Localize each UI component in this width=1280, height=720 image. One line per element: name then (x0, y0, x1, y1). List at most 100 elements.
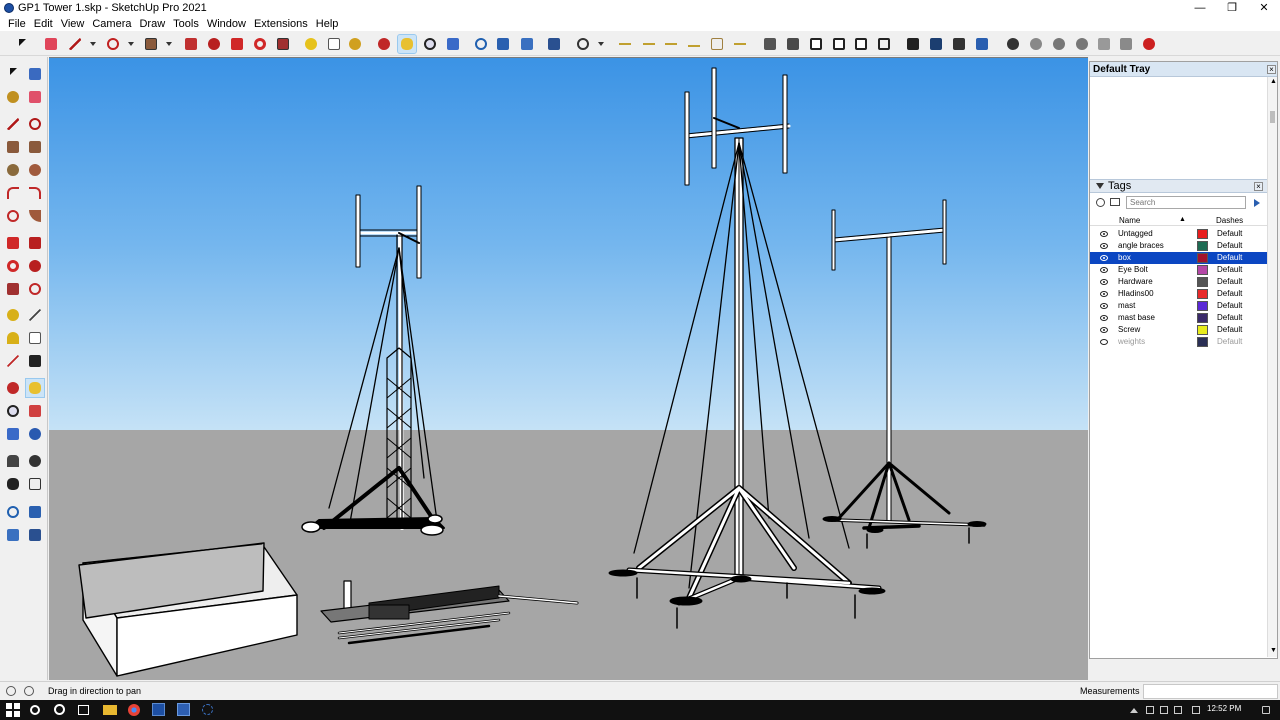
sketchup-layout-taskbar-icon[interactable] (177, 703, 190, 716)
tag-row[interactable]: Untagged Default (1090, 228, 1277, 240)
tag-dashes[interactable]: Default (1217, 325, 1242, 334)
extension-warehouse-icon[interactable] (1004, 35, 1022, 53)
eraser-icon[interactable] (26, 88, 44, 106)
display-section-cuts-icon[interactable] (518, 35, 536, 53)
outliner-icon[interactable] (950, 35, 968, 53)
chrome-icon[interactable] (128, 704, 140, 716)
scale-tool-icon[interactable] (274, 35, 292, 53)
guide-tool-icon[interactable] (708, 35, 726, 53)
scroll-down-icon[interactable]: ▼ (1270, 647, 1277, 654)
select-tool-icon[interactable] (14, 35, 32, 53)
user-account-icon[interactable] (574, 35, 592, 53)
eye-visible-icon[interactable] (1100, 267, 1108, 273)
tag-row[interactable]: angle braces Default (1090, 240, 1277, 252)
tags-search-input[interactable] (1126, 196, 1246, 209)
eye-visible-icon[interactable] (1100, 327, 1108, 333)
menu-tools[interactable]: Tools (169, 18, 203, 30)
text-tool-icon[interactable] (325, 35, 343, 53)
tag-color-swatch[interactable] (1197, 337, 1208, 347)
add-tag-folder-icon[interactable] (1110, 198, 1120, 206)
section-cuts-icon[interactable] (26, 503, 44, 521)
follow-me-icon[interactable] (26, 257, 44, 275)
minimize-button[interactable]: — (1184, 0, 1216, 16)
tag-color-swatch[interactable] (1197, 241, 1208, 251)
tag-color-swatch[interactable] (1197, 289, 1208, 299)
tag-name[interactable]: Hladins00 (1118, 289, 1154, 298)
col-name[interactable]: Name (1119, 216, 1140, 225)
tags-panel-icon[interactable] (973, 35, 991, 53)
tag-color-swatch[interactable] (1197, 325, 1208, 335)
push-pull-tool-icon[interactable] (182, 35, 200, 53)
2pt-arc-icon[interactable] (26, 184, 44, 202)
push-pull-icon[interactable] (26, 234, 44, 252)
text-icon[interactable] (26, 329, 44, 347)
tag-row[interactable]: mast Default (1090, 300, 1277, 312)
axes-icon[interactable] (4, 352, 22, 370)
model-viewport[interactable] (49, 57, 1088, 680)
arc-icon[interactable] (4, 184, 22, 202)
tag-color-swatch[interactable] (1197, 313, 1208, 323)
tray-scrollbar[interactable]: ▲ ▼ (1267, 77, 1277, 657)
section-fill-icon-left[interactable] (4, 526, 22, 544)
tag-row[interactable]: Hladins00 Default (1090, 288, 1277, 300)
iso-view-icon[interactable] (761, 35, 779, 53)
zoom-extents-icon[interactable] (4, 425, 22, 443)
zoom-window-icon[interactable] (26, 402, 44, 420)
scroll-up-icon[interactable]: ▲ (1270, 78, 1277, 85)
tape-measure-icon[interactable] (4, 306, 22, 324)
tag-name[interactable]: box (1118, 253, 1131, 262)
tag-name[interactable]: Untagged (1118, 229, 1153, 238)
orbit-tool-icon[interactable] (375, 35, 393, 53)
dimension-icon[interactable] (26, 306, 44, 324)
notifications-icon[interactable] (1262, 706, 1270, 714)
pie-icon[interactable] (26, 207, 44, 225)
display-section-icon[interactable] (4, 503, 22, 521)
3pt-arc-icon[interactable] (4, 207, 22, 225)
tag-color-swatch[interactable] (1197, 265, 1208, 275)
loading-icon[interactable] (202, 704, 213, 715)
dimension-style-icon[interactable] (731, 35, 749, 53)
back-view-icon[interactable] (852, 35, 870, 53)
task-view-icon[interactable] (78, 705, 89, 715)
walk-icon[interactable] (4, 475, 22, 493)
volume-icon[interactable] (1192, 706, 1200, 714)
tag-color-swatch[interactable] (1197, 277, 1208, 287)
menu-help[interactable]: Help (312, 18, 343, 30)
tag-dashes[interactable]: Default (1217, 313, 1242, 322)
eye-hidden-icon[interactable] (1100, 339, 1108, 345)
eye-visible-icon[interactable] (1100, 315, 1108, 321)
col-dashes[interactable]: Dashes (1216, 216, 1243, 225)
move-icon[interactable] (4, 234, 22, 252)
menu-extensions[interactable]: Extensions (250, 18, 312, 30)
orbit-icon[interactable] (4, 379, 22, 397)
info-icon[interactable] (24, 686, 34, 696)
sort-arrow-icon[interactable]: ▲ (1179, 216, 1186, 223)
right-view-icon[interactable] (830, 35, 848, 53)
line-tool-icon[interactable] (66, 35, 84, 53)
monitor-icon[interactable] (927, 35, 945, 53)
scale-icon[interactable] (4, 280, 22, 298)
rotated-rectangle-icon[interactable] (26, 138, 44, 156)
tag-name[interactable]: Eye Bolt (1118, 265, 1148, 274)
search-icon[interactable] (30, 705, 40, 715)
wifi-icon[interactable] (1174, 706, 1182, 714)
eye-visible-icon[interactable] (1100, 303, 1108, 309)
start-icon[interactable] (6, 703, 20, 717)
details-arrow-icon[interactable] (1254, 199, 1260, 207)
tag-name[interactable]: mast (1118, 301, 1135, 310)
menu-window[interactable]: Window (203, 18, 250, 30)
tag-dashes[interactable]: Default (1217, 253, 1242, 262)
scenes-icon[interactable] (904, 35, 922, 53)
zoom-tool-icon[interactable] (421, 35, 439, 53)
tag-row[interactable]: Hardware Default (1090, 276, 1277, 288)
tape-measure-tool-icon[interactable] (302, 35, 320, 53)
rotate-icon[interactable] (4, 257, 22, 275)
component-share-icon[interactable] (1050, 35, 1068, 53)
tag-dashes[interactable]: Default (1217, 241, 1242, 250)
section-fill-icon[interactable] (545, 35, 563, 53)
menu-edit[interactable]: Edit (30, 18, 57, 30)
menu-file[interactable]: File (4, 18, 30, 30)
make-component-icon[interactable] (26, 65, 44, 83)
3d-warehouse-icon[interactable] (1027, 35, 1045, 53)
file-explorer-icon[interactable] (103, 705, 117, 715)
